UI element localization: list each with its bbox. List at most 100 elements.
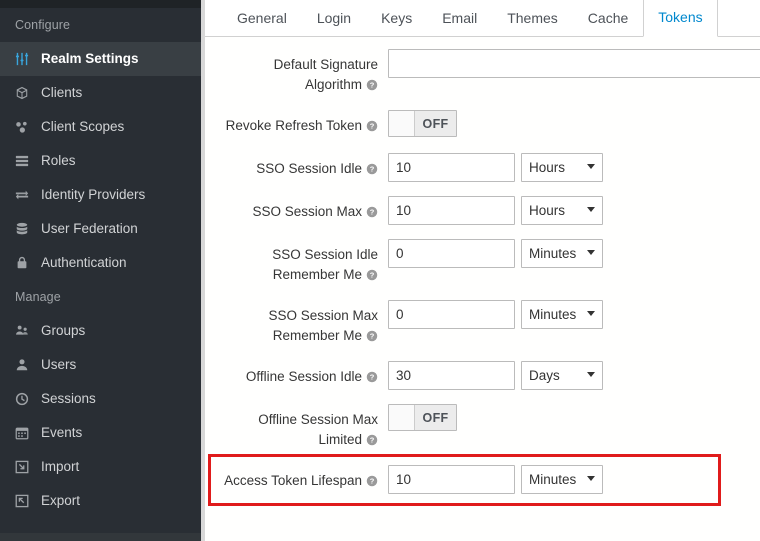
- primary-sidebar: Configure Realm Settings Clients Client Sco…: [0, 0, 201, 541]
- svg-text:?: ?: [370, 373, 375, 382]
- export-arrow-icon: [15, 494, 41, 508]
- field-label-line: Limited?: [216, 430, 378, 452]
- sidebar-item-export[interactable]: Export: [0, 484, 201, 518]
- toggle-state-label: OFF: [415, 111, 456, 136]
- sidebar-item-label: Authentication: [41, 255, 127, 270]
- tab-general[interactable]: General: [222, 0, 302, 37]
- sidebar-item-label: Import: [41, 459, 80, 474]
- sidebar-item-label: User Federation: [41, 221, 138, 236]
- input-sso-session-max-remember-me[interactable]: [388, 300, 515, 329]
- sidebar-item-label: Sessions: [41, 391, 96, 406]
- field-label-default-signature-algorithm: Default Signature Algorithm?: [216, 49, 378, 97]
- field-label-line: SSO Session Idle?: [216, 159, 378, 181]
- form-row-sso-session-max: SSO Session Max? MinutesHoursDays: [205, 196, 760, 226]
- sidebar-bottom-strip: [0, 533, 201, 541]
- input-access-token-lifespan[interactable]: [388, 465, 515, 494]
- sidebar-item-label: Roles: [41, 153, 76, 168]
- input-sso-session-idle-remember-me[interactable]: [388, 239, 515, 268]
- field-label-sso-session-max-remember-me: SSO Session Max Remember Me?: [216, 300, 378, 348]
- field-controls: MinutesHoursDays: [378, 196, 760, 225]
- svg-text:?: ?: [370, 165, 375, 174]
- unit-select-wrapper: MinutesHoursDays: [521, 361, 603, 390]
- field-label-offline-session-max-limited: Offline Session Max Limited?: [216, 404, 378, 452]
- svg-text:?: ?: [370, 208, 375, 217]
- cube-icon: [15, 86, 41, 100]
- content-area: General Login Keys Email Themes Cache Tokens D…: [205, 0, 760, 541]
- toggle-offline-session-max-limited[interactable]: OFF: [388, 404, 457, 431]
- unit-select-sso-session-idle[interactable]: MinutesHoursDays: [521, 153, 603, 182]
- help-tooltip-icon[interactable]: ?: [366, 118, 378, 138]
- help-tooltip-icon[interactable]: ?: [366, 161, 378, 181]
- tab-cache[interactable]: Cache: [573, 0, 643, 37]
- toggle-state-label: OFF: [415, 405, 456, 430]
- field-controls: OFF: [378, 110, 760, 137]
- unit-select-wrapper: MinutesHoursDays: [521, 153, 603, 182]
- input-offline-session-idle[interactable]: [388, 361, 515, 390]
- help-tooltip-icon[interactable]: ?: [366, 204, 378, 224]
- sidebar-item-identity-providers[interactable]: Identity Providers: [0, 178, 201, 212]
- field-label-line: SSO Session Max: [268, 308, 378, 323]
- toggle-revoke-refresh-token[interactable]: OFF: [388, 110, 457, 137]
- user-icon: [15, 358, 41, 372]
- sidebar-item-groups[interactable]: Groups: [0, 314, 201, 348]
- tab-tokens[interactable]: Tokens: [643, 0, 718, 37]
- calendar-icon: [15, 426, 41, 440]
- sidebar-item-events[interactable]: Events: [0, 416, 201, 450]
- field-label-line: Offline Session Idle?: [216, 367, 378, 389]
- form-row-sso-session-max-remember-me: SSO Session Max Remember Me? MinutesHoursD…: [205, 300, 760, 348]
- help-tooltip-icon[interactable]: ?: [366, 473, 378, 493]
- tab-email[interactable]: Email: [427, 0, 492, 37]
- help-tooltip-icon[interactable]: ?: [366, 77, 378, 97]
- sidebar-item-import[interactable]: Import: [0, 450, 201, 484]
- help-tooltip-icon[interactable]: ?: [366, 369, 378, 389]
- lock-icon: [15, 256, 41, 270]
- tab-themes[interactable]: Themes: [492, 0, 573, 37]
- help-tooltip-icon[interactable]: ?: [366, 432, 378, 452]
- sidebar-section-title: Manage: [15, 290, 61, 304]
- unit-select-sso-session-idle-remember-me[interactable]: MinutesHoursDays: [521, 239, 603, 268]
- unit-select-offline-session-idle[interactable]: MinutesHoursDays: [521, 361, 603, 390]
- sidebar-item-client-scopes[interactable]: Client Scopes: [0, 110, 201, 144]
- unit-select-wrapper: MinutesHoursDays: [521, 465, 603, 494]
- input-default-signature-algorithm[interactable]: [388, 49, 760, 78]
- field-label-line: SSO Session Idle: [272, 247, 378, 262]
- field-label-line: Revoke Refresh Token?: [216, 116, 378, 138]
- sidebar-item-label: Client Scopes: [41, 119, 125, 134]
- input-sso-session-max[interactable]: [388, 196, 515, 225]
- form-row-sso-session-idle-remember-me: SSO Session Idle Remember Me? MinutesHours…: [205, 239, 760, 287]
- unit-select-wrapper: MinutesHoursDays: [521, 196, 603, 225]
- sidebar-item-label: Export: [41, 493, 81, 508]
- field-label-line: Offline Session Max: [258, 412, 378, 427]
- sidebar-item-authentication[interactable]: Authentication: [0, 246, 201, 280]
- sidebar-item-clients[interactable]: Clients: [0, 76, 201, 110]
- field-label-sso-session-max: SSO Session Max?: [216, 196, 378, 224]
- sidebar-item-user-federation[interactable]: User Federation: [0, 212, 201, 246]
- help-tooltip-icon[interactable]: ?: [366, 267, 378, 287]
- unit-select-sso-session-max-remember-me[interactable]: MinutesHoursDays: [521, 300, 603, 329]
- keycloak-admin-console: Configure Realm Settings Clients Client Sco…: [0, 0, 760, 541]
- unit-select-access-token-lifespan[interactable]: MinutesHoursDays: [521, 465, 603, 494]
- sidebar-item-users[interactable]: Users: [0, 348, 201, 382]
- molecule-icon: [15, 120, 41, 134]
- svg-text:?: ?: [370, 81, 375, 90]
- input-sso-session-idle[interactable]: [388, 153, 515, 182]
- form-row-access-token-lifespan: Access Token Lifespan? MinutesHoursDays: [205, 465, 760, 495]
- tab-keys[interactable]: Keys: [366, 0, 427, 37]
- field-label-line: Access Token Lifespan?: [216, 471, 378, 493]
- svg-text:?: ?: [370, 436, 375, 445]
- form-row-default-signature-algorithm: Default Signature Algorithm?: [205, 49, 760, 97]
- sidebar-item-label: Clients: [41, 85, 83, 100]
- sidebar-item-label: Realm Settings: [41, 51, 139, 66]
- unit-select-sso-session-max[interactable]: MinutesHoursDays: [521, 196, 603, 225]
- tab-login[interactable]: Login: [302, 0, 366, 37]
- form-row-offline-session-max-limited: Offline Session Max Limited? OFF: [205, 404, 760, 452]
- field-label-line: Remember Me?: [216, 326, 378, 348]
- sidebar-item-realm-settings[interactable]: Realm Settings: [0, 42, 201, 76]
- field-controls: MinutesHoursDays: [378, 465, 760, 494]
- list-bars-icon: [15, 154, 41, 168]
- sidebar-item-sessions[interactable]: Sessions: [0, 382, 201, 416]
- field-label-line: Algorithm?: [216, 75, 378, 97]
- sidebar-item-roles[interactable]: Roles: [0, 144, 201, 178]
- help-tooltip-icon[interactable]: ?: [366, 328, 378, 348]
- sidebar-item-label: Events: [41, 425, 83, 440]
